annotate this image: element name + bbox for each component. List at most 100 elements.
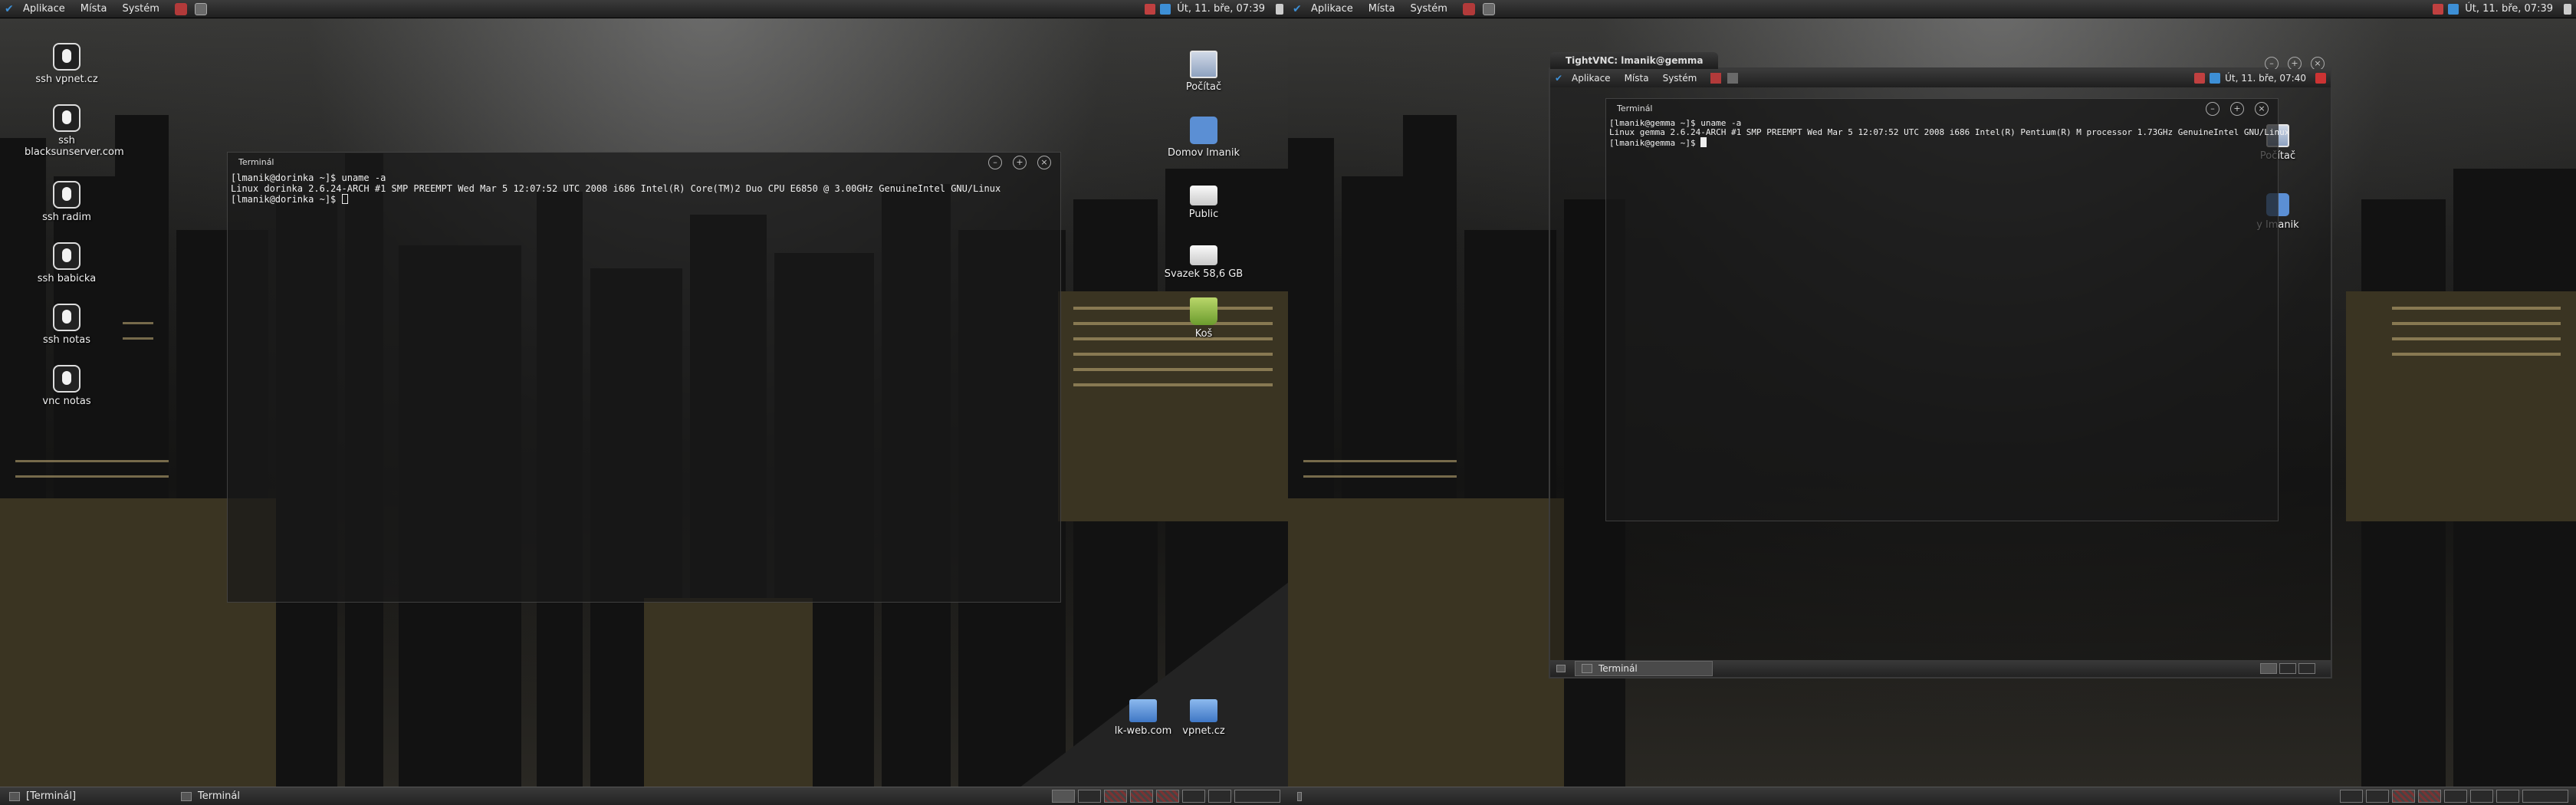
alert-icon[interactable] xyxy=(2315,73,2326,84)
menu-aplikace[interactable]: Aplikace xyxy=(23,3,65,15)
browser-launcher-icon[interactable] xyxy=(1710,73,1722,84)
desktop-icon-domov[interactable]: Domov lmanik xyxy=(1162,117,1246,159)
terminal-line: [lmanik@dorinka ~]$ uname -a xyxy=(231,172,386,183)
close-button[interactable]: × xyxy=(1037,156,1051,169)
top-panel: ✔ Aplikace Místa Systém Út, 11. bře, 07:… xyxy=(1288,0,2576,18)
desktop-icon[interactable] xyxy=(1556,665,1566,672)
desktop-icon-vpnet[interactable]: vpnet.cz xyxy=(1162,695,1246,737)
workspace-1[interactable] xyxy=(2260,663,2277,674)
workspace-pager[interactable] xyxy=(2340,790,2568,803)
close-button[interactable]: × xyxy=(2255,102,2269,116)
remote-terminal-window[interactable]: Terminál – + × [lmanik@gemma ~]$ uname -… xyxy=(1605,98,2289,521)
desktop-icon-pocitac[interactable]: Počítač xyxy=(1162,51,1246,93)
desktop-icon-ssh-radim[interactable]: ssh radim xyxy=(25,181,109,223)
maximize-button[interactable]: + xyxy=(1013,156,1027,169)
taskbar-item-terminal-2[interactable]: Terminál xyxy=(175,789,246,804)
vnc-window[interactable]: TightVNC: lmanik@gemma – + × ✔ Aplikace … xyxy=(1549,52,2332,678)
arch-logo-icon[interactable]: ✔ xyxy=(1555,73,1566,84)
terminal-launcher-icon[interactable] xyxy=(194,2,207,15)
remote-workspace-pager[interactable] xyxy=(2260,663,2315,674)
workspace-7[interactable] xyxy=(1208,790,1231,803)
desktop-icon-label: Počítač xyxy=(1185,81,1222,93)
maximize-button[interactable]: + xyxy=(2230,102,2244,116)
desktop-icon-label: Koš xyxy=(1194,328,1213,340)
network-icon[interactable] xyxy=(2433,3,2444,15)
panel-clock[interactable]: Út, 11. bře, 07:39 xyxy=(1177,3,1265,15)
vnc-title[interactable]: TightVNC: lmanik@gemma xyxy=(1550,52,1719,69)
desktop-icon-ssh-babicka[interactable]: ssh babicka xyxy=(25,242,109,284)
workspace-3[interactable] xyxy=(2392,790,2415,803)
desktop-icon-label: Domov lmanik xyxy=(1167,147,1240,159)
top-panel: ✔ Aplikace Místa Systém Út, 11. bře, 07:… xyxy=(0,0,1288,18)
desktop-icon-ssh-notas[interactable]: ssh notas xyxy=(25,304,109,346)
minimize-button[interactable]: – xyxy=(2206,102,2220,116)
workspace-5[interactable] xyxy=(1156,790,1179,803)
volume-icon[interactable] xyxy=(2564,3,2571,15)
menu-aplikace[interactable]: Aplikace xyxy=(1311,3,1353,15)
workspace-pager[interactable] xyxy=(1052,790,1280,803)
update-icon[interactable] xyxy=(2448,3,2459,15)
workspace-8[interactable] xyxy=(2522,790,2568,803)
desktop-icon-svazek[interactable]: Svazek 58,6 GB xyxy=(1162,238,1246,280)
panel-clock[interactable]: Út, 11. bře, 07:39 xyxy=(2465,3,2553,15)
network-icon[interactable] xyxy=(1145,3,1156,15)
remote-menu-aplikace[interactable]: Aplikace xyxy=(1572,73,1611,84)
task-label: Terminál xyxy=(1598,663,1638,674)
folder-icon xyxy=(1129,699,1157,722)
workspace-2[interactable] xyxy=(2279,663,2296,674)
terminal-launcher-icon[interactable] xyxy=(1482,2,1495,15)
drive-icon xyxy=(1190,245,1217,265)
desktop-icon-vnc-notas[interactable]: vnc notas xyxy=(25,365,109,407)
workspace-2[interactable] xyxy=(2366,790,2389,803)
remote-menu-mista[interactable]: Místa xyxy=(1625,73,1649,84)
workspace-5[interactable] xyxy=(2444,790,2467,803)
remote-menu-system[interactable]: Systém xyxy=(1663,73,1697,84)
terminal-output[interactable]: [lmanik@dorinka ~]$ uname -a Linux dorin… xyxy=(228,171,1060,206)
browser-launcher-icon[interactable] xyxy=(174,2,187,15)
desktop-icon-kos[interactable]: Koš xyxy=(1162,297,1246,340)
menu-system[interactable]: Systém xyxy=(1410,3,1447,15)
menu-mista[interactable]: Místa xyxy=(80,3,107,15)
workspace-4[interactable] xyxy=(1130,790,1153,803)
remote-taskbar-item-terminal[interactable]: Terminál xyxy=(1575,661,1713,676)
terminal-title: Terminál xyxy=(1617,104,1653,113)
update-icon[interactable] xyxy=(2210,73,2221,84)
remote-clock[interactable]: Út, 11. bře, 07:40 xyxy=(2225,73,2306,84)
workspace-2[interactable] xyxy=(1078,790,1101,803)
browser-launcher-icon[interactable] xyxy=(1462,2,1475,15)
arch-logo-icon[interactable]: ✔ xyxy=(1293,3,1305,15)
tux-icon xyxy=(53,43,80,71)
workspace-4[interactable] xyxy=(2418,790,2441,803)
terminal-titlebar[interactable]: Terminál – + × xyxy=(1606,99,2278,117)
workspace-1[interactable] xyxy=(2340,790,2363,803)
network-icon[interactable] xyxy=(2194,73,2206,84)
workspace-7[interactable] xyxy=(2496,790,2519,803)
workspace-1[interactable] xyxy=(1052,790,1075,803)
show-desktop-button[interactable] xyxy=(1291,789,1314,804)
desktop-icon-ssh-vpnet[interactable]: ssh vpnet.cz xyxy=(25,43,109,85)
workspace-8[interactable] xyxy=(1234,790,1280,803)
menu-system[interactable]: Systém xyxy=(122,3,159,15)
update-icon[interactable] xyxy=(1160,3,1171,15)
menu-mista[interactable]: Místa xyxy=(1368,3,1395,15)
workspace-3[interactable] xyxy=(2298,663,2315,674)
trash-icon xyxy=(1190,297,1217,325)
volume-icon[interactable] xyxy=(1276,3,1283,15)
terminal-title: Terminál xyxy=(238,157,274,167)
bottom-panel xyxy=(1288,787,2576,805)
drive-icon xyxy=(1190,186,1217,205)
terminal-launcher-icon[interactable] xyxy=(1727,73,1739,84)
workspace-6[interactable] xyxy=(1182,790,1205,803)
arch-logo-icon[interactable]: ✔ xyxy=(5,3,17,15)
desktop-icon-label: Public xyxy=(1188,209,1219,220)
minimize-button[interactable]: – xyxy=(988,156,1002,169)
terminal-titlebar[interactable]: Terminál – + × xyxy=(228,153,1060,171)
taskbar-item-terminal-1[interactable]: [Terminál] xyxy=(3,789,172,804)
workspace-3[interactable] xyxy=(1104,790,1127,803)
terminal-window[interactable]: Terminál – + × [lmanik@dorinka ~]$ uname… xyxy=(227,152,1061,603)
desktop-icon-ssh-blacksunserver[interactable]: ssh blacksunserver.com xyxy=(25,104,124,158)
workspace-6[interactable] xyxy=(2470,790,2493,803)
terminal-output[interactable]: [lmanik@gemma ~]$ uname -a Linux gemma 2… xyxy=(1606,117,2289,150)
terminal-task-icon xyxy=(1582,664,1592,673)
desktop-icon-public[interactable]: Public xyxy=(1162,178,1246,220)
